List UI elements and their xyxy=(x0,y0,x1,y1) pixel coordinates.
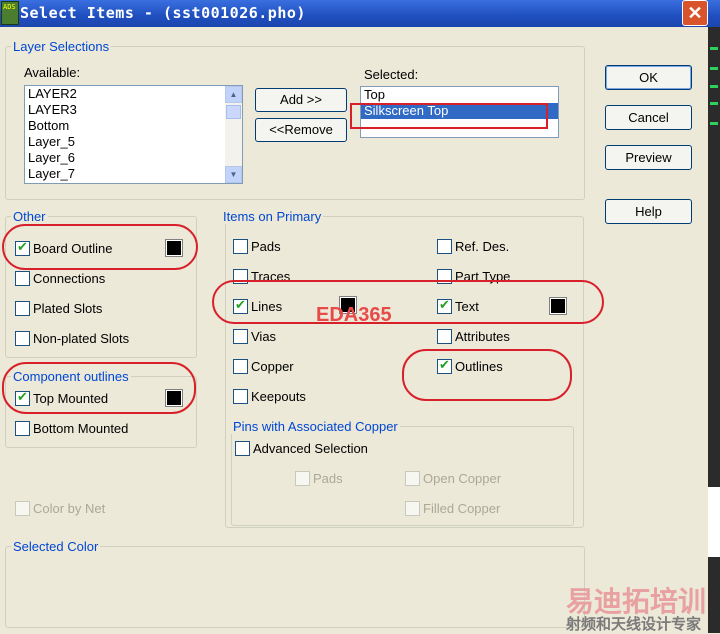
non-plated-slots-checkbox[interactable] xyxy=(15,331,30,346)
annotation-oval xyxy=(2,224,198,270)
list-item[interactable]: Bottom xyxy=(25,118,242,134)
non-plated-slots-label: Non-plated Slots xyxy=(33,331,130,346)
pins-pads-label: Pads xyxy=(313,471,343,486)
list-item[interactable]: LAYER2 xyxy=(25,86,242,102)
tagline-watermark: 射频和天线设计专家 xyxy=(566,615,702,633)
remove-button[interactable]: <<Remove xyxy=(255,118,347,142)
add-button[interactable]: Add >> xyxy=(255,88,347,112)
layer-selections-legend: Layer Selections xyxy=(11,39,112,54)
annotation-rect xyxy=(350,103,548,129)
pins-pads-checkbox[interactable] xyxy=(295,471,310,486)
background-window-strip xyxy=(708,27,720,633)
attributes-checkbox[interactable] xyxy=(437,329,452,344)
close-button[interactable]: ✕ xyxy=(682,0,708,26)
copper-checkbox[interactable] xyxy=(233,359,248,374)
help-button[interactable]: Help xyxy=(605,199,692,224)
list-item[interactable]: Layer_6 xyxy=(25,150,242,166)
open-copper-checkbox[interactable] xyxy=(405,471,420,486)
keepouts-checkbox[interactable] xyxy=(233,389,248,404)
filled-copper-checkbox[interactable] xyxy=(405,501,420,516)
window-title: Select Items - (sst001026.pho) xyxy=(20,4,306,22)
app-icon: ADS xyxy=(1,1,19,25)
cancel-button[interactable]: Cancel xyxy=(605,105,692,130)
eda365-watermark: EDA365 xyxy=(316,304,392,326)
other-legend: Other xyxy=(11,209,48,224)
items-on-primary-legend: Items on Primary xyxy=(221,209,324,224)
open-copper-label: Open Copper xyxy=(423,471,502,486)
vias-checkbox[interactable] xyxy=(233,329,248,344)
vias-label: Vias xyxy=(251,329,277,344)
pins-legend: Pins with Associated Copper xyxy=(231,419,400,434)
list-item[interactable]: Top xyxy=(361,87,558,103)
color-by-net-checkbox[interactable] xyxy=(15,501,30,516)
attributes-label: Attributes xyxy=(455,329,510,344)
list-item[interactable]: Layer_7 xyxy=(25,166,242,182)
connections-checkbox[interactable] xyxy=(15,271,30,286)
filled-copper-label: Filled Copper xyxy=(423,501,501,516)
selected-label: Selected: xyxy=(364,67,419,82)
annotation-oval xyxy=(402,349,572,401)
pads-checkbox[interactable] xyxy=(233,239,248,254)
ok-button[interactable]: OK xyxy=(605,65,692,90)
selected-color-legend: Selected Color xyxy=(11,539,101,554)
title-bar: ADS Select Items - (sst001026.pho) ✕ xyxy=(0,0,720,27)
plated-slots-label: Plated Slots xyxy=(33,301,103,316)
bottom-mounted-label: Bottom Mounted xyxy=(33,421,129,436)
ref-des-checkbox[interactable] xyxy=(437,239,452,254)
close-icon: ✕ xyxy=(687,3,703,23)
scroll-up-icon[interactable]: ▲ xyxy=(225,86,242,103)
list-item[interactable]: Layer_5 xyxy=(25,134,242,150)
available-label: Available: xyxy=(24,65,81,80)
annotation-oval xyxy=(212,280,604,324)
keepouts-label: Keepouts xyxy=(251,389,306,404)
bottom-mounted-checkbox[interactable] xyxy=(15,421,30,436)
pads-label: Pads xyxy=(251,239,281,254)
plated-slots-checkbox[interactable] xyxy=(15,301,30,316)
preview-button[interactable]: Preview xyxy=(605,145,692,170)
scroll-down-icon[interactable]: ▼ xyxy=(225,166,242,183)
ref-des-label: Ref. Des. xyxy=(455,239,510,254)
scroll-thumb[interactable] xyxy=(226,105,241,119)
connections-label: Connections xyxy=(33,271,106,286)
advanced-selection-checkbox[interactable] xyxy=(235,441,250,456)
selected-color-group xyxy=(5,546,585,628)
app-icon-text: ADS xyxy=(3,3,16,11)
copper-label: Copper xyxy=(251,359,294,374)
advanced-selection-label: Advanced Selection xyxy=(253,441,368,456)
list-item[interactable]: LAYER3 xyxy=(25,102,242,118)
available-list[interactable]: LAYER2 LAYER3 Bottom Layer_5 Layer_6 Lay… xyxy=(24,85,243,184)
annotation-oval xyxy=(2,362,196,414)
available-scrollbar[interactable]: ▲ ▼ xyxy=(225,86,242,183)
color-by-net-label: Color by Net xyxy=(33,501,106,516)
